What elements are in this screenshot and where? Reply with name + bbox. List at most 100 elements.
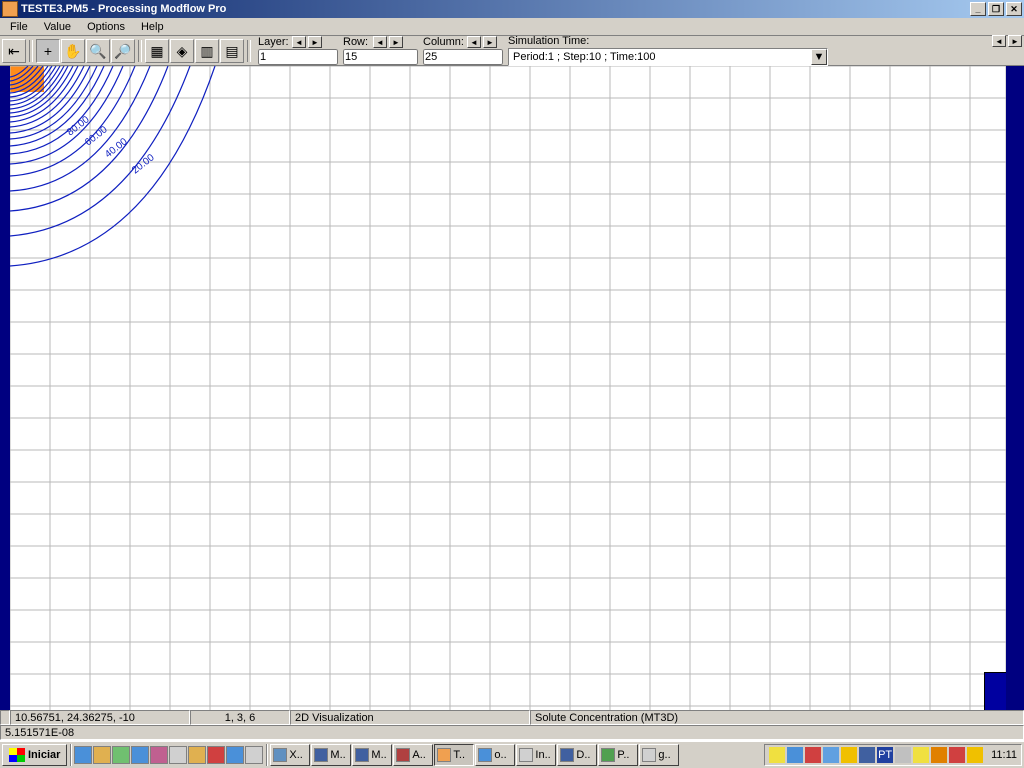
quicklaunch-icon[interactable] xyxy=(169,746,187,764)
pan-button[interactable]: ✋ xyxy=(61,39,85,63)
quicklaunch-icon[interactable] xyxy=(188,746,206,764)
task-app-icon xyxy=(314,748,328,762)
task-button[interactable]: P.. xyxy=(598,744,638,766)
quicklaunch-icon[interactable] xyxy=(74,746,92,764)
simtime-next-button[interactable]: ► xyxy=(1008,35,1022,47)
task-label: In.. xyxy=(535,749,550,761)
tray-icon[interactable] xyxy=(823,747,839,763)
layer-prev-button[interactable]: ◄ xyxy=(292,36,306,48)
task-button[interactable]: In.. xyxy=(516,744,556,766)
quicklaunch-icon[interactable] xyxy=(226,746,244,764)
task-app-icon xyxy=(601,748,615,762)
exit-button[interactable]: ⇤ xyxy=(2,39,26,63)
quicklaunch-icon[interactable] xyxy=(93,746,111,764)
tray-icon[interactable] xyxy=(787,747,803,763)
task-app-icon xyxy=(396,748,410,762)
grid-cells-button[interactable]: ▤ xyxy=(220,39,244,63)
row-input[interactable] xyxy=(343,49,418,65)
status-pad xyxy=(0,710,10,725)
quicklaunch-icon[interactable] xyxy=(112,746,130,764)
start-button[interactable]: Iniciar xyxy=(2,744,67,766)
taskbar-separator xyxy=(70,744,71,766)
task-app-icon xyxy=(437,748,451,762)
tray-icon[interactable] xyxy=(859,747,875,763)
tray-icon[interactable] xyxy=(967,747,983,763)
column-input[interactable] xyxy=(423,49,503,65)
simtime-combo[interactable]: Period:1 ; Step:10 ; Time:100 ▼ xyxy=(508,48,828,66)
grid-cells-icon: ▤ xyxy=(225,44,238,58)
task-button[interactable]: g.. xyxy=(639,744,679,766)
menubar: File Value Options Help xyxy=(0,18,1024,36)
task-label: D.. xyxy=(576,749,590,761)
column-section: Column: ◄ ► xyxy=(423,36,503,65)
restore-button[interactable]: ❐ xyxy=(988,2,1004,16)
task-label: M.. xyxy=(371,749,386,761)
tray-icon[interactable] xyxy=(931,747,947,763)
tray-icon[interactable] xyxy=(841,747,857,763)
start-label: Iniciar xyxy=(28,749,60,761)
tray-icon[interactable] xyxy=(805,747,821,763)
simtime-value: Period:1 ; Step:10 ; Time:100 xyxy=(509,51,811,63)
task-app-icon xyxy=(273,748,287,762)
window-controls: _ ❐ ✕ xyxy=(968,2,1022,16)
grid-svg: 20.00 40.00 60.00 80.00 xyxy=(10,66,1006,710)
task-button[interactable]: M.. xyxy=(311,744,351,766)
zoom-in-button[interactable]: 🔍 xyxy=(86,39,110,63)
task-button[interactable]: A.. xyxy=(393,744,433,766)
quicklaunch-icon[interactable] xyxy=(245,746,263,764)
quicklaunch-icon[interactable] xyxy=(131,746,149,764)
quicklaunch-icon[interactable] xyxy=(150,746,168,764)
tray-icon[interactable] xyxy=(895,747,911,763)
door-arrow-icon: ⇤ xyxy=(8,44,20,58)
column-label: Column: xyxy=(423,36,465,48)
task-app-icon xyxy=(478,748,492,762)
row-label: Row: xyxy=(343,36,371,48)
task-button[interactable]: X.. xyxy=(270,744,310,766)
grid-diag-button[interactable]: ◈ xyxy=(170,39,194,63)
row-prev-button[interactable]: ◄ xyxy=(373,36,387,48)
model-grid-canvas[interactable]: 20.00 40.00 60.00 80.00 xyxy=(10,66,1006,710)
grid-dense-icon: ▦ xyxy=(150,44,163,58)
statusbar: 10.56751, 24.36275, -10 1, 3, 6 2D Visua… xyxy=(0,710,1024,740)
toolbar-separator xyxy=(138,40,142,62)
task-button[interactable]: T.. xyxy=(434,744,474,766)
task-button[interactable]: M.. xyxy=(352,744,392,766)
windows-flag-icon xyxy=(9,748,25,762)
menu-help[interactable]: Help xyxy=(133,19,172,35)
language-indicator[interactable]: PT xyxy=(877,747,893,763)
layer-next-button[interactable]: ► xyxy=(308,36,322,48)
zoom-out-button[interactable]: 🔎 xyxy=(111,39,135,63)
plus-icon: + xyxy=(44,44,52,58)
tray-icon[interactable] xyxy=(769,747,785,763)
simtime-label: Simulation Time: xyxy=(508,35,589,47)
task-label: P.. xyxy=(617,749,629,761)
task-button[interactable]: o.. xyxy=(475,744,515,766)
tray-icon[interactable] xyxy=(949,747,965,763)
status-value: 5.151571E-08 xyxy=(0,725,1024,740)
menu-file[interactable]: File xyxy=(2,19,36,35)
toolbar: ⇤ + ✋ 🔍 🔎 ▦ ◈ ▥ ▤ Layer: ◄ ► Row: ◄ ► Co… xyxy=(0,36,1024,66)
minimize-button[interactable]: _ xyxy=(970,2,986,16)
quicklaunch-icon[interactable] xyxy=(207,746,225,764)
grid-full-button[interactable]: ▦ xyxy=(145,39,169,63)
menu-options[interactable]: Options xyxy=(79,19,133,35)
menu-value[interactable]: Value xyxy=(36,19,79,35)
column-prev-button[interactable]: ◄ xyxy=(467,36,481,48)
contour-lines xyxy=(10,66,215,266)
simtime-prev-button[interactable]: ◄ xyxy=(992,35,1006,47)
toolbar-separator xyxy=(247,40,251,62)
row-next-button[interactable]: ► xyxy=(389,36,403,48)
grid-cols-icon: ▥ xyxy=(200,44,213,58)
layer-input[interactable] xyxy=(258,49,338,65)
task-label: M.. xyxy=(330,749,345,761)
task-app-icon xyxy=(355,748,369,762)
tray-icon[interactable] xyxy=(913,747,929,763)
grid-cols-button[interactable]: ▥ xyxy=(195,39,219,63)
close-button[interactable]: ✕ xyxy=(1006,2,1022,16)
column-next-button[interactable]: ► xyxy=(483,36,497,48)
cursor-button[interactable]: + xyxy=(36,39,60,63)
zoom-out-icon: 🔎 xyxy=(114,44,131,58)
simtime-dropdown-button[interactable]: ▼ xyxy=(811,49,827,65)
taskbar-clock[interactable]: 11:11 xyxy=(985,749,1017,761)
task-button[interactable]: D.. xyxy=(557,744,597,766)
